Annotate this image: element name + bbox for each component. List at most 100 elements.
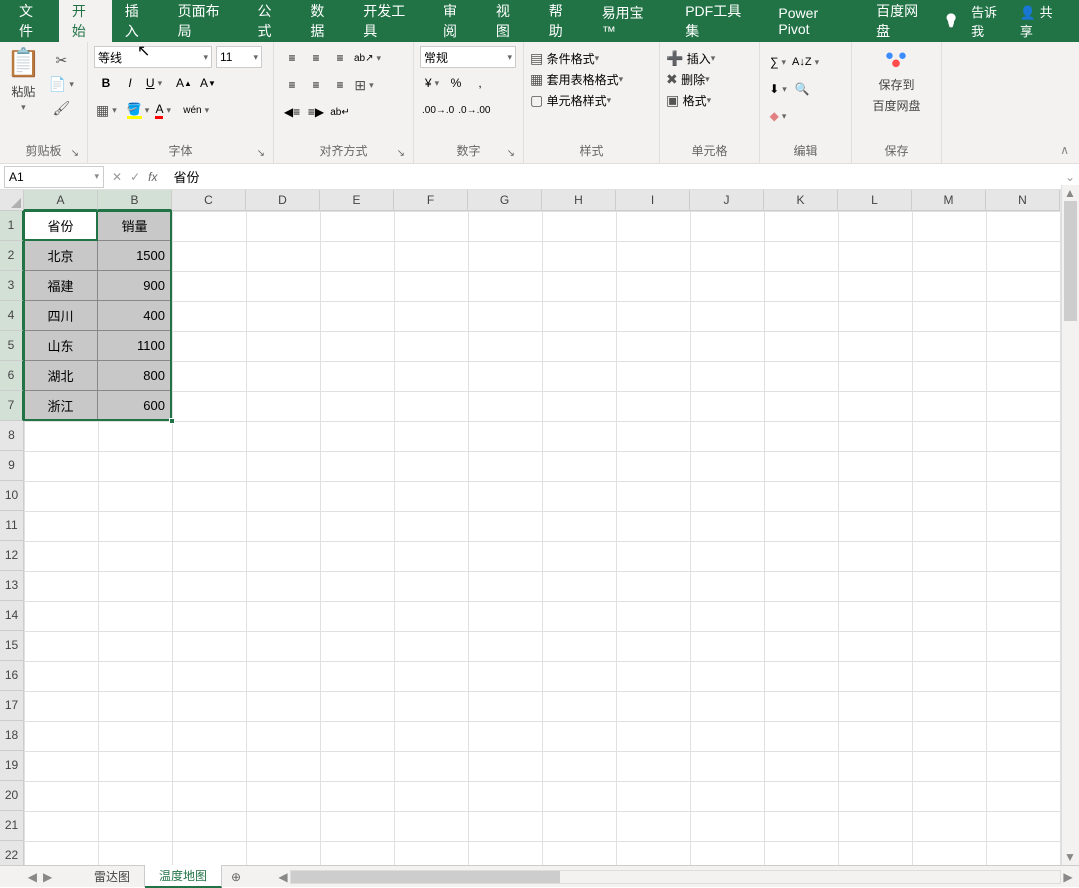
cell-B7[interactable]: 600 xyxy=(98,391,172,421)
enter-formula-icon[interactable]: ✓ xyxy=(130,170,140,184)
hscroll-thumb[interactable] xyxy=(291,871,560,883)
copy-button[interactable]: 📄 xyxy=(47,72,76,96)
decrease-font-button[interactable]: A▼ xyxy=(196,71,220,95)
currency-button[interactable]: ¥ xyxy=(420,71,444,95)
fill-button[interactable]: ⬇ xyxy=(766,77,790,101)
row-header-13[interactable]: 13 xyxy=(0,571,24,601)
row-header-14[interactable]: 14 xyxy=(0,601,24,631)
font-name-select[interactable]: 等线 xyxy=(94,46,212,68)
scroll-up-arrow[interactable]: ▲ xyxy=(1062,185,1078,201)
underline-button[interactable]: U xyxy=(142,71,166,95)
col-header-E[interactable]: E xyxy=(320,190,394,211)
fx-icon[interactable]: fx xyxy=(148,170,157,184)
select-all-corner[interactable] xyxy=(0,190,24,211)
decrease-indent-button[interactable]: ◀≡ xyxy=(280,100,304,124)
col-header-I[interactable]: I xyxy=(616,190,690,211)
cell-B5[interactable]: 1100 xyxy=(98,331,172,361)
row-header-9[interactable]: 9 xyxy=(0,451,24,481)
font-size-select[interactable]: 11 xyxy=(216,46,262,68)
row-header-19[interactable]: 19 xyxy=(0,751,24,781)
align-middle-button[interactable]: ≡ xyxy=(304,46,328,70)
find-button[interactable]: 🔍 xyxy=(790,77,814,101)
col-header-L[interactable]: L xyxy=(838,190,912,211)
scroll-down-arrow[interactable]: ▼ xyxy=(1062,849,1078,865)
align-top-button[interactable]: ≡ xyxy=(280,46,304,70)
merge-button[interactable]: ⊞ xyxy=(352,73,376,97)
vscroll-thumb[interactable] xyxy=(1064,201,1077,321)
format-painter-button[interactable]: 🖌 xyxy=(47,96,76,120)
align-bottom-button[interactable]: ≡ xyxy=(328,46,352,70)
align-left-button[interactable]: ≡ xyxy=(280,73,304,97)
clear-button[interactable]: ◆ xyxy=(766,104,790,128)
paste-button[interactable]: 📋 粘贴 ▾ xyxy=(6,46,41,113)
formula-input[interactable] xyxy=(165,166,1061,188)
cell-A2[interactable]: 北京 xyxy=(24,241,98,271)
fill-color-button[interactable]: 🪣 xyxy=(125,98,151,122)
col-header-A[interactable]: A xyxy=(24,190,98,211)
row-header-2[interactable]: 2 xyxy=(0,241,24,271)
format-cells-button[interactable]: ▣ 格式 ▾ xyxy=(666,92,715,109)
number-launcher[interactable]: ↘ xyxy=(507,148,515,159)
cell-B4[interactable]: 400 xyxy=(98,301,172,331)
row-header-1[interactable]: 1 xyxy=(0,211,24,241)
sheet-tab-heatmap[interactable]: 温度地图 xyxy=(145,865,222,888)
sheet-nav-next[interactable]: ▶ xyxy=(43,870,52,884)
col-header-M[interactable]: M xyxy=(912,190,986,211)
tab-powerpivot[interactable]: Power Pivot xyxy=(765,0,863,47)
row-header-3[interactable]: 3 xyxy=(0,271,24,301)
save-to-baidu-button[interactable]: 保存到 百度网盘 xyxy=(872,46,920,114)
align-launcher[interactable]: ↘ xyxy=(397,148,405,159)
sheet-tab-radar[interactable]: 雷达图 xyxy=(80,866,145,887)
row-header-22[interactable]: 22 xyxy=(0,841,24,865)
comma-button[interactable]: , xyxy=(468,71,492,95)
cell-A3[interactable]: 福建 xyxy=(24,271,98,301)
italic-button[interactable]: I xyxy=(118,71,142,95)
row-header-20[interactable]: 20 xyxy=(0,781,24,811)
cell-B3[interactable]: 900 xyxy=(98,271,172,301)
col-header-J[interactable]: J xyxy=(690,190,764,211)
cell-B1[interactable]: 销量 xyxy=(98,211,172,241)
col-header-B[interactable]: B xyxy=(98,190,172,211)
autosum-button[interactable]: ∑ xyxy=(766,50,790,74)
row-header-17[interactable]: 17 xyxy=(0,691,24,721)
row-header-10[interactable]: 10 xyxy=(0,481,24,511)
wrap-text-button[interactable]: ab↵ xyxy=(328,100,352,124)
add-sheet-button[interactable]: ⊕ xyxy=(222,870,250,884)
expand-formula-button[interactable]: ⌄ xyxy=(1061,170,1079,184)
collapse-ribbon-button[interactable]: ∧ xyxy=(1060,143,1069,157)
cell-A5[interactable]: 山东 xyxy=(24,331,98,361)
delete-cells-button[interactable]: ✖ 删除 ▾ xyxy=(666,71,715,88)
share-button[interactable]: 👤 共享 xyxy=(1020,2,1063,40)
cut-button[interactable]: ✂ xyxy=(47,48,76,72)
align-center-button[interactable]: ≡ xyxy=(304,73,328,97)
cell-A4[interactable]: 四川 xyxy=(24,301,98,331)
row-header-6[interactable]: 6 xyxy=(0,361,24,391)
name-box[interactable]: A1▾ xyxy=(4,166,104,188)
row-header-5[interactable]: 5 xyxy=(0,331,24,361)
clipboard-launcher[interactable]: ↘ xyxy=(71,148,79,159)
font-launcher[interactable]: ↘ xyxy=(257,148,265,159)
cancel-formula-icon[interactable]: ✕ xyxy=(112,170,122,184)
cell-styles-button[interactable]: ▢ 单元格样式 ▾ xyxy=(530,92,623,109)
phonetic-button[interactable]: wén xyxy=(181,98,211,122)
sort-filter-button[interactable]: A↓Z xyxy=(790,50,821,74)
tell-me[interactable]: 告诉我 xyxy=(971,2,1008,40)
insert-cells-button[interactable]: ➕ 插入 ▾ xyxy=(666,50,715,67)
col-header-N[interactable]: N xyxy=(986,190,1060,211)
spreadsheet-grid[interactable]: ABCDEFGHIJKLMN 1234567891011121314151617… xyxy=(0,190,1079,865)
row-header-4[interactable]: 4 xyxy=(0,301,24,331)
increase-font-button[interactable]: A▲ xyxy=(172,71,196,95)
col-header-G[interactable]: G xyxy=(468,190,542,211)
percent-button[interactable]: % xyxy=(444,71,468,95)
row-header-11[interactable]: 11 xyxy=(0,511,24,541)
col-header-F[interactable]: F xyxy=(394,190,468,211)
col-header-K[interactable]: K xyxy=(764,190,838,211)
scroll-left-arrow[interactable]: ◀ xyxy=(275,870,291,884)
row-header-15[interactable]: 15 xyxy=(0,631,24,661)
conditional-format-button[interactable]: ▤ 条件格式 ▾ xyxy=(530,50,623,67)
cell-B2[interactable]: 1500 xyxy=(98,241,172,271)
row-header-12[interactable]: 12 xyxy=(0,541,24,571)
horizontal-scrollbar[interactable]: ◀ ▶ xyxy=(290,870,1061,884)
col-header-D[interactable]: D xyxy=(246,190,320,211)
vertical-scrollbar[interactable]: ▲ ▼ xyxy=(1061,185,1079,865)
